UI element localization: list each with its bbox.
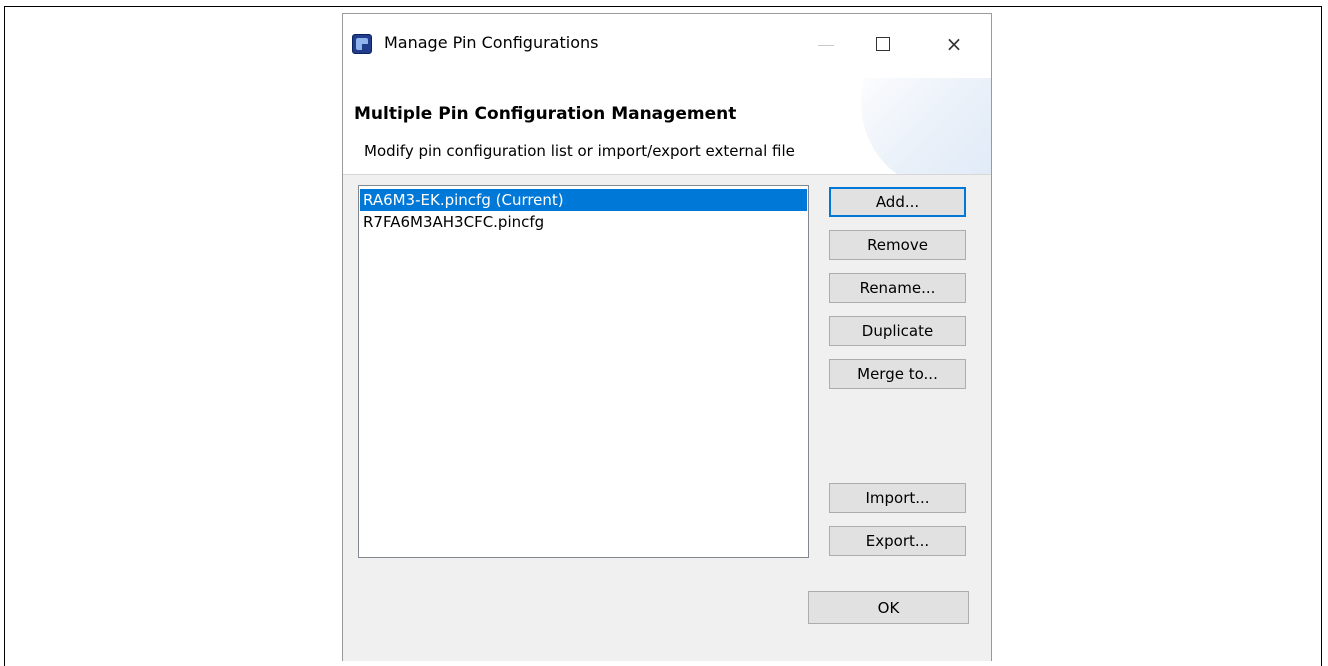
maximize-icon[interactable] [868,30,898,58]
rename-button[interactable]: Rename... [829,273,966,303]
export-button[interactable]: Export... [829,526,966,556]
ok-button[interactable]: OK [808,591,969,624]
banner-decoration [861,78,991,174]
manage-pin-configurations-dialog: Manage Pin Configurations × Multiple Pin… [342,13,992,661]
pin-configurator-app-icon [352,34,372,54]
title-bar[interactable]: Manage Pin Configurations × [343,14,991,78]
remove-button[interactable]: Remove [829,230,966,260]
duplicate-button[interactable]: Duplicate [829,316,966,346]
add-button[interactable]: Add... [829,187,966,217]
dialog-header-banner: Multiple Pin Configuration Management Mo… [343,78,991,175]
import-button[interactable]: Import... [829,483,966,513]
close-icon[interactable]: × [939,30,969,58]
window-title: Manage Pin Configurations [384,33,599,52]
list-item-ra6m3-ek[interactable]: RA6M3-EK.pincfg (Current) [360,189,807,211]
minimize-icon[interactable] [811,30,841,58]
list-item-r7fa6m3ah3cfc[interactable]: R7FA6M3AH3CFC.pincfg [360,211,807,233]
pin-configuration-list[interactable]: RA6M3-EK.pincfg (Current) R7FA6M3AH3CFC.… [358,185,809,558]
header-description: Modify pin configuration list or import/… [364,142,795,160]
header-title: Multiple Pin Configuration Management [354,104,737,124]
merge-to-button[interactable]: Merge to... [829,359,966,389]
